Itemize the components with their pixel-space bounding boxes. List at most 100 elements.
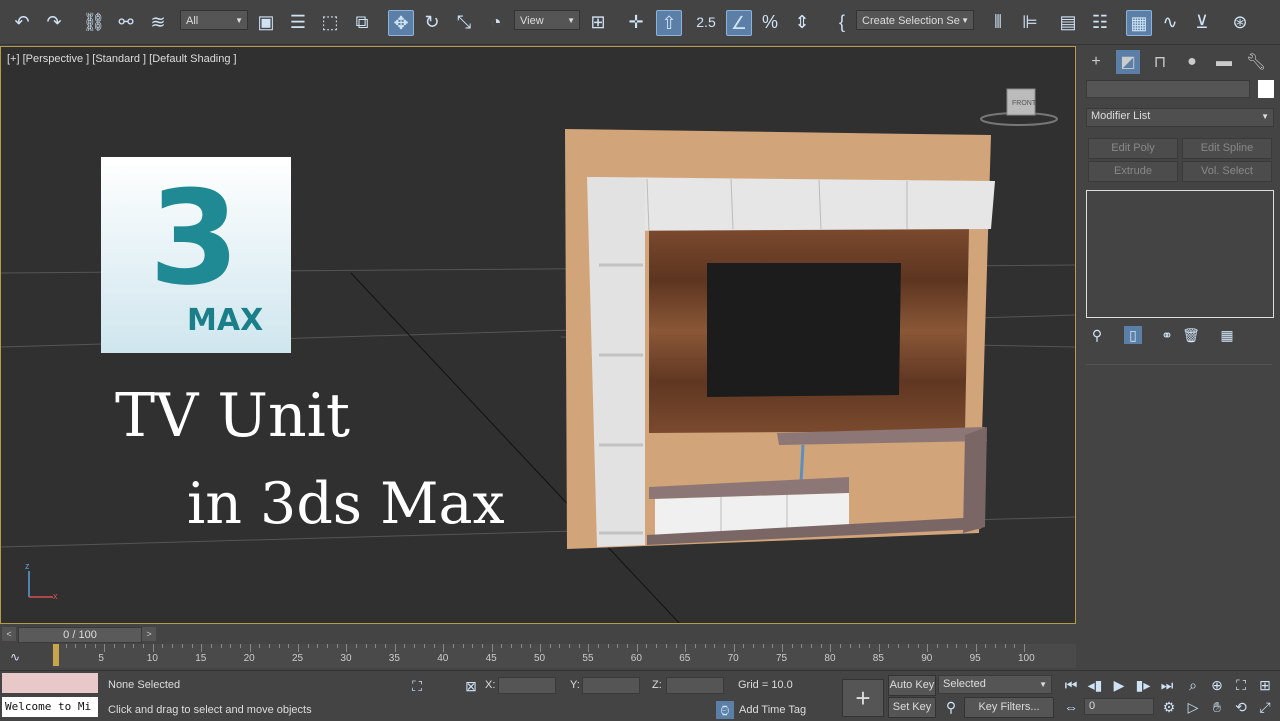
pan-view-icon[interactable]: ✋︎ [1208, 698, 1226, 716]
selection-filter-dropdown[interactable]: All ▼ [180, 10, 248, 30]
y-coordinate-field[interactable] [582, 677, 640, 694]
display-tab-icon[interactable]: ▬ [1212, 50, 1236, 74]
named-selection-dropdown[interactable]: Create Selection Se ▼ [856, 10, 974, 30]
schematic-view-icon[interactable]: ⊻ [1190, 10, 1214, 34]
make-unique-icon[interactable]: ⚭ [1158, 326, 1176, 344]
tick-label: 5 [98, 653, 104, 664]
tick-mark [259, 644, 261, 648]
select-by-name-icon[interactable]: ☰ [286, 10, 310, 34]
hierarchy-tab-icon[interactable]: ⊓ [1148, 50, 1172, 74]
motion-tab-icon[interactable]: ● [1180, 50, 1204, 74]
current-frame-marker[interactable] [53, 644, 59, 666]
modifier-stack[interactable] [1086, 190, 1274, 318]
set-key-button[interactable]: Set Key [888, 697, 936, 718]
svg-text:x: x [53, 591, 58, 601]
tick-mark [820, 644, 822, 648]
select-scale-icon[interactable]: ⤡ [452, 10, 476, 34]
window-crossing-icon[interactable]: ⧉ [350, 10, 374, 34]
select-move-icon[interactable]: ✥ [388, 10, 414, 36]
curve-editor-icon[interactable]: ∿ [1158, 10, 1182, 34]
align-icon[interactable]: ⊫ [1018, 10, 1042, 34]
toggle-ribbon-icon[interactable]: ▦ [1126, 10, 1152, 36]
undo-icon[interactable]: ↶ [10, 10, 34, 34]
snaps-toggle-icon[interactable]: 2.5 [694, 10, 718, 34]
tick-mark [394, 644, 396, 652]
layers-icon[interactable]: ☷ [1088, 10, 1112, 34]
main-toolbar: ↶ ↷ ⛓ ⚯ ≋ All ▼ ▣ ☰ ⬚ ⧉ ✥ ↻ ⤡ ◔ View ▼ ⊞ ✛… [0, 0, 1280, 45]
select-place-icon[interactable]: ◔ [484, 10, 508, 34]
auto-key-button[interactable]: Auto Key [888, 675, 936, 696]
maxscript-listener[interactable]: Welcome to Mi [2, 697, 98, 717]
curve-editor-toggle-icon[interactable]: ∿ [10, 650, 20, 664]
vol-select-button[interactable]: Vol. Select [1182, 161, 1272, 182]
zoom-icon[interactable]: ⌕ [1184, 676, 1202, 694]
field-of-view-icon[interactable]: ▷ [1184, 698, 1202, 716]
object-name-field[interactable] [1086, 80, 1250, 98]
3ds-max-logo: 3 MAX [101, 157, 291, 353]
extrude-button[interactable]: Extrude [1088, 161, 1178, 182]
key-filter-icon[interactable]: ⚲ [942, 698, 960, 716]
maximize-viewport-icon[interactable]: ⤢ [1256, 698, 1274, 716]
redo-icon[interactable]: ↷ [42, 10, 66, 34]
edit-poly-button[interactable]: Edit Poly [1088, 138, 1178, 159]
chevron-left-icon[interactable]: < [2, 627, 16, 641]
modify-tab-icon[interactable]: ◩ [1116, 50, 1140, 74]
x-coordinate-field[interactable] [498, 677, 556, 694]
angle-snap-icon[interactable]: ∠ [726, 10, 752, 36]
tick-label: 85 [872, 653, 884, 664]
unlink-icon[interactable]: ⚯ [114, 10, 138, 34]
object-color-swatch[interactable] [1258, 80, 1274, 98]
maxscript-listener-top[interactable] [2, 673, 98, 693]
orbit-icon[interactable]: ⟲ [1232, 698, 1250, 716]
mirror-icon[interactable]: ⫴ [986, 10, 1010, 34]
add-time-tag[interactable]: Add Time Tag [739, 704, 806, 716]
tick-mark [965, 644, 967, 648]
play-icon[interactable]: ▶ [1110, 676, 1128, 694]
keyboard-shortcut-override-icon[interactable]: ⇧ [656, 10, 682, 36]
layer-explorer-icon[interactable]: ▤ [1056, 10, 1080, 34]
percent-snap-icon[interactable]: % [758, 10, 782, 34]
create-tab-icon[interactable]: + [1084, 50, 1108, 74]
next-frame-icon[interactable]: ▮▸ [1134, 676, 1152, 694]
edit-spline-button[interactable]: Edit Spline [1182, 138, 1272, 159]
pin-stack-icon[interactable]: ⚲ [1088, 326, 1106, 344]
zoom-extents-icon[interactable]: ⛶ [1232, 676, 1250, 694]
edit-named-selection-icon[interactable]: { [830, 10, 854, 34]
zoom-extents-all-icon[interactable]: ⊞ [1256, 676, 1274, 694]
key-mode-dropdown[interactable]: Selected ▼ [938, 675, 1052, 694]
key-mode-toggle-icon[interactable]: ⇔ [1062, 698, 1080, 716]
perspective-viewport[interactable]: [+] [Perspective ] [Standard ] [Default … [0, 46, 1076, 624]
spinner-snap-icon[interactable]: ⇕ [790, 10, 814, 34]
z-coordinate-field[interactable] [666, 677, 724, 694]
time-tag-icon[interactable]: ⌚︎ [716, 701, 734, 719]
rect-selection-icon[interactable]: ⬚ [318, 10, 342, 34]
reference-coordinate-dropdown[interactable]: View ▼ [514, 10, 580, 30]
tick-mark [220, 644, 222, 648]
time-slider[interactable]: 0 / 100 [18, 627, 142, 643]
go-to-start-icon[interactable]: ⏮ [1062, 676, 1080, 694]
material-editor-icon[interactable]: ⊛ [1228, 10, 1252, 34]
go-to-end-icon[interactable]: ⏭ [1158, 676, 1176, 694]
track-bar[interactable]: 5 10 15 20 25 30 35 40 45 50 55 60 65 70 75 80 85 90 95 100 [52, 644, 1076, 668]
select-object-icon[interactable]: ▣ [254, 10, 278, 34]
pivot-center-icon[interactable]: ⊞ [586, 10, 610, 34]
chevron-right-icon[interactable]: > [142, 627, 156, 641]
remove-modifier-icon[interactable]: 🗑︎ [1182, 326, 1200, 344]
previous-frame-icon[interactable]: ◂▮ [1086, 676, 1104, 694]
bind-spacewarp-icon[interactable]: ≋ [146, 10, 170, 34]
utilities-tab-icon[interactable]: 🔧︎ [1244, 50, 1268, 74]
current-frame-field[interactable]: 0 [1084, 698, 1154, 715]
isolate-selection-icon[interactable]: ⛶ [408, 677, 426, 695]
select-manipulate-icon[interactable]: ✛ [624, 10, 648, 34]
zoom-all-icon[interactable]: ⊕ [1208, 676, 1226, 694]
key-filters-button[interactable]: Key Filters... [964, 697, 1054, 718]
tick-mark [762, 644, 764, 648]
absolute-mode-icon[interactable]: ⊠ [462, 677, 480, 695]
time-configuration-icon[interactable]: ⚙ [1160, 698, 1178, 716]
modifier-list-dropdown[interactable]: Modifier List ▼ [1086, 108, 1274, 127]
show-end-result-icon[interactable]: ▯ [1124, 326, 1142, 344]
configure-modifier-sets-icon[interactable]: ▦ [1218, 326, 1236, 344]
select-rotate-icon[interactable]: ↻ [420, 10, 444, 34]
set-key-plus-icon[interactable]: + [842, 679, 884, 717]
link-icon[interactable]: ⛓ [82, 10, 106, 34]
